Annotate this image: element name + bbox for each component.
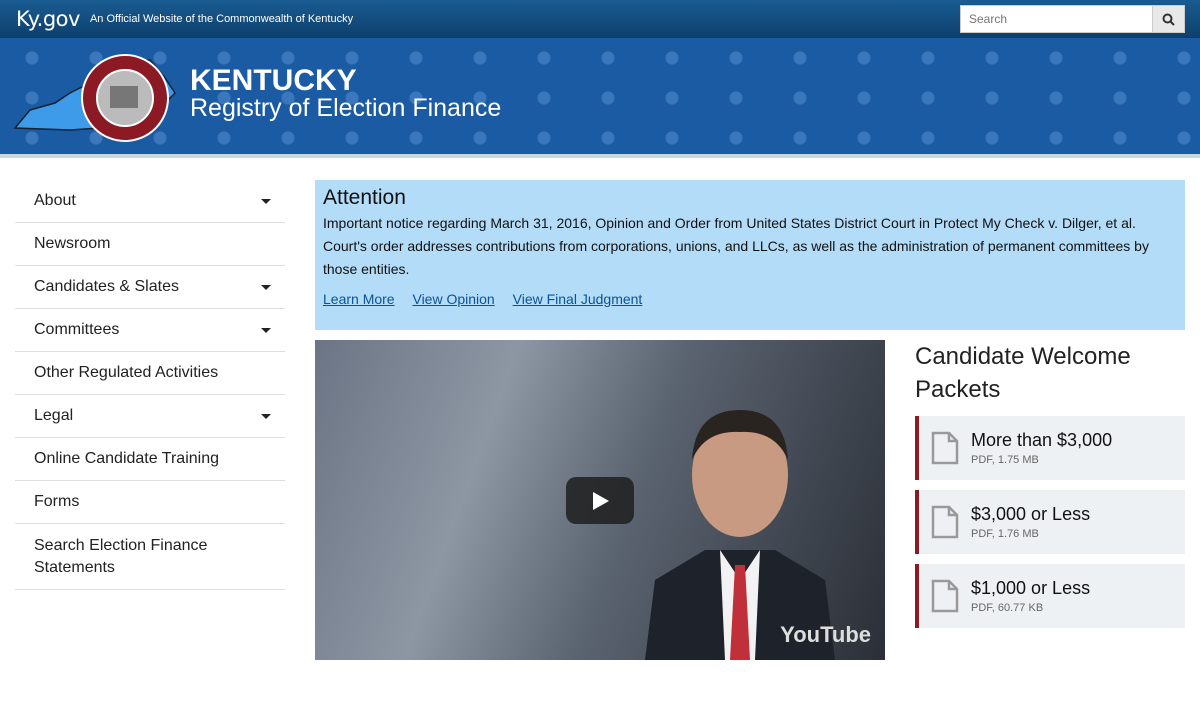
search-input[interactable] bbox=[960, 5, 1153, 33]
attention-body: Important notice regarding March 31, 201… bbox=[323, 215, 1149, 277]
document-icon bbox=[931, 579, 959, 613]
sidebar-item-committees[interactable]: Committees bbox=[15, 309, 285, 352]
caret-down-icon[interactable] bbox=[261, 284, 271, 290]
packet-download-link[interactable]: $3,000 or Less PDF, 1.76 MB bbox=[915, 490, 1185, 554]
welcome-packets: Candidate Welcome Packets More than $3,0… bbox=[915, 340, 1185, 628]
caret-down-icon[interactable] bbox=[261, 413, 271, 419]
play-icon bbox=[593, 491, 609, 510]
packet-file-info: PDF, 60.77 KB bbox=[971, 602, 1044, 614]
sidebar-item-search-election-finance-statements[interactable]: Search Election Finance Statements bbox=[15, 524, 285, 590]
sidebar-item-label: Search Election Finance Statements bbox=[34, 536, 208, 576]
caret-down-icon[interactable] bbox=[261, 198, 271, 204]
sidebar-item-legal[interactable]: Legal bbox=[15, 395, 285, 438]
site-title: KENTUCKY bbox=[190, 64, 357, 97]
search-form bbox=[960, 5, 1185, 33]
document-icon bbox=[931, 431, 959, 465]
video-player[interactable]: YouTube bbox=[315, 340, 885, 660]
official-tagline: An Official Website of the Commonwealth … bbox=[89, 13, 354, 25]
video-thumbnail-person bbox=[645, 410, 835, 660]
packet-download-link[interactable]: More than $3,000 PDF, 1.75 MB bbox=[915, 416, 1185, 480]
sidebar-item-label: About bbox=[34, 192, 76, 209]
youtube-logo[interactable]: YouTube bbox=[780, 622, 871, 648]
sidebar-item-forms[interactable]: Forms bbox=[15, 481, 285, 524]
packet-download-link[interactable]: $1,000 or Less PDF, 60.77 KB bbox=[915, 564, 1185, 628]
sidebar-item-label: Newsroom bbox=[34, 235, 111, 252]
caret-down-icon[interactable] bbox=[261, 327, 271, 333]
packet-file-info: PDF, 1.76 MB bbox=[971, 528, 1039, 540]
sidebar-item-label: Online Candidate Training bbox=[34, 450, 220, 467]
sidebar-nav: About Newsroom Candidates & Slates Committe… bbox=[15, 180, 285, 590]
attention-notice: Attention Important notice regarding Mar… bbox=[315, 180, 1185, 330]
sidebar-item-candidates-slates[interactable]: Candidates & Slates bbox=[15, 266, 285, 309]
packet-title: $1,000 or Less bbox=[971, 578, 1091, 598]
play-button[interactable] bbox=[566, 477, 634, 524]
sidebar-item-label: Legal bbox=[34, 407, 74, 424]
packet-file-info: PDF, 1.75 MB bbox=[971, 454, 1039, 466]
kygov-logo[interactable]: Ky.gov bbox=[16, 7, 80, 31]
search-button[interactable] bbox=[1153, 5, 1185, 33]
sidebar-item-online-candidate-training[interactable]: Online Candidate Training bbox=[15, 438, 285, 481]
packet-title: $3,000 or Less bbox=[971, 504, 1091, 524]
sidebar-item-newsroom[interactable]: Newsroom bbox=[15, 223, 285, 266]
sidebar-item-label: Committees bbox=[34, 321, 120, 338]
site-subtitle: Registry of Election Finance bbox=[190, 94, 502, 122]
attention-title: Attention bbox=[323, 186, 406, 209]
kentucky-seal-logo[interactable] bbox=[10, 48, 180, 148]
sidebar-item-label: Candidates & Slates bbox=[34, 278, 179, 295]
sidebar-item-other-regulated-activities[interactable]: Other Regulated Activities bbox=[15, 352, 285, 395]
packet-title: More than $3,000 bbox=[971, 430, 1113, 450]
view-final-judgment-link[interactable]: View Final Judgment bbox=[513, 291, 643, 307]
view-opinion-link[interactable]: View Opinion bbox=[412, 291, 494, 307]
sidebar-item-about[interactable]: About bbox=[15, 180, 285, 223]
site-banner: KENTUCKY Registry of Election Finance bbox=[0, 38, 1200, 158]
document-icon bbox=[931, 505, 959, 539]
learn-more-link[interactable]: Learn More bbox=[323, 291, 395, 307]
top-bar: Ky.gov An Official Website of the Common… bbox=[0, 0, 1200, 38]
search-icon bbox=[1162, 13, 1175, 26]
sidebar-item-label: Forms bbox=[34, 493, 80, 510]
sidebar-item-label: Other Regulated Activities bbox=[34, 364, 219, 381]
packets-title: Candidate Welcome Packets bbox=[915, 343, 1131, 403]
